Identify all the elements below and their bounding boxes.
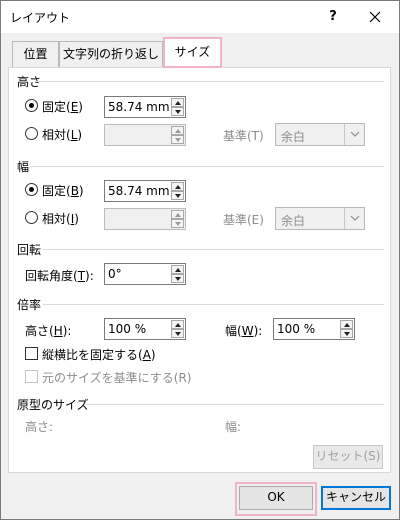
- width-section-title: 幅: [17, 160, 30, 174]
- spin-down-button[interactable]: [171, 219, 184, 228]
- spin-up-button[interactable]: [340, 320, 353, 329]
- height-relative-spinner[interactable]: [104, 124, 186, 146]
- scale-section-title: 倍率: [17, 298, 42, 312]
- original-height-label: 高さ:: [25, 420, 54, 434]
- ok-button[interactable]: OK: [239, 486, 313, 510]
- lock-aspect-ratio-checkbox[interactable]: [25, 347, 38, 360]
- spin-up-button[interactable]: [171, 182, 184, 191]
- height-relative-radio[interactable]: [25, 127, 38, 140]
- width-relative-spinner[interactable]: [104, 208, 186, 230]
- scale-height-value: 100 %: [108, 322, 147, 336]
- lock-aspect-ratio-label: 縦横比を固定する(A): [42, 348, 156, 362]
- dropdown-button[interactable]: [344, 208, 364, 229]
- tab-position[interactable]: 位置: [12, 41, 59, 67]
- scale-height-label: 高さ(H):: [25, 324, 72, 338]
- relative-original-checkbox[interactable]: [25, 370, 38, 383]
- height-relative-to-value: 余白: [281, 130, 306, 144]
- spin-down-button[interactable]: [340, 329, 353, 338]
- width-absolute-value: 58.74 mm: [108, 184, 170, 198]
- spin-down-button[interactable]: [171, 274, 184, 283]
- width-absolute-radio[interactable]: [25, 183, 38, 196]
- relative-original-label: 元のサイズを基準にする(R): [42, 371, 192, 385]
- height-absolute-spinner[interactable]: 58.74 mm: [104, 96, 186, 118]
- width-absolute-spinner[interactable]: 58.74 mm: [104, 180, 186, 202]
- spin-up-button[interactable]: [171, 126, 184, 135]
- height-relative-label: 相対(L): [42, 128, 83, 142]
- tab-text-wrapping[interactable]: 文字列の折り返し: [59, 41, 163, 67]
- width-relative-radio[interactable]: [25, 211, 38, 224]
- height-relative-to-label: 基準(T): [223, 129, 264, 143]
- height-relative-to-select[interactable]: 余白: [275, 123, 365, 146]
- spin-down-button[interactable]: [171, 107, 184, 116]
- chevron-down-icon: [350, 215, 360, 221]
- close-button[interactable]: [363, 7, 387, 27]
- width-relative-label: 相対(I): [42, 212, 79, 226]
- size-panel: 高さ 固定(E) 58.74 mm 相対(L) 基準(T) 余白 幅 固定(B)…: [8, 67, 391, 473]
- scale-width-spinner[interactable]: 100 %: [273, 318, 355, 340]
- spin-up-button[interactable]: [171, 210, 184, 219]
- width-absolute-label: 固定(B): [42, 184, 84, 198]
- dialog-title: レイアウト: [10, 11, 71, 25]
- width-relative-to-value: 余白: [281, 214, 306, 228]
- rotate-section-title: 回転: [17, 243, 42, 257]
- scale-width-label: 幅(W):: [225, 324, 263, 338]
- rotation-label: 回転角度(T):: [25, 269, 94, 283]
- width-relative-to-select[interactable]: 余白: [275, 207, 365, 230]
- divider: [43, 249, 384, 250]
- original-width-label: 幅:: [225, 420, 242, 434]
- scale-width-value: 100 %: [277, 322, 316, 336]
- close-icon: [369, 11, 381, 23]
- spin-up-button[interactable]: [171, 265, 184, 274]
- divider: [31, 166, 384, 167]
- dropdown-button[interactable]: [344, 124, 364, 145]
- divider: [43, 304, 384, 305]
- height-absolute-radio[interactable]: [25, 99, 38, 112]
- cancel-button[interactable]: キャンセル: [321, 486, 391, 510]
- title-bar: レイアウト ?: [1, 1, 399, 33]
- spin-down-button[interactable]: [171, 135, 184, 144]
- spin-up-button[interactable]: [171, 98, 184, 107]
- spin-down-button[interactable]: [171, 191, 184, 200]
- height-absolute-value: 58.74 mm: [108, 100, 170, 114]
- spin-down-button[interactable]: [171, 329, 184, 338]
- scale-height-spinner[interactable]: 100 %: [104, 318, 186, 340]
- divider: [87, 404, 384, 405]
- reset-button[interactable]: リセット(S): [313, 445, 383, 469]
- divider: [35, 81, 384, 82]
- help-button[interactable]: ?: [323, 7, 343, 27]
- spin-up-button[interactable]: [171, 320, 184, 329]
- tab-size[interactable]: サイズ: [163, 37, 222, 68]
- original-size-section-title: 原型のサイズ: [17, 398, 89, 412]
- rotation-spinner[interactable]: 0°: [104, 263, 186, 285]
- layout-dialog: レイアウト ? 位置 文字列の折り返し サイズ 高さ 固定(E) 58.74 m…: [0, 0, 400, 520]
- height-absolute-label: 固定(E): [42, 100, 83, 114]
- rotation-value: 0°: [108, 267, 122, 281]
- chevron-down-icon: [350, 131, 360, 137]
- width-relative-to-label: 基準(E): [223, 213, 264, 227]
